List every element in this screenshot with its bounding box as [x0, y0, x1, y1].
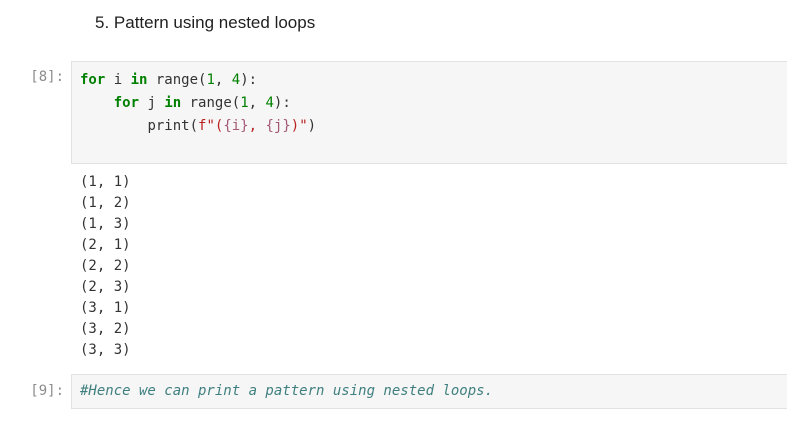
- output-line: (3, 2): [80, 321, 131, 337]
- code-line-2: for j in range(1, 4):: [113, 95, 291, 111]
- code-editor[interactable]: for i in range(1, 4): for j in range(1, …: [80, 69, 316, 138]
- output-line: (1, 2): [80, 195, 131, 211]
- output-line: (2, 1): [80, 237, 131, 253]
- code-comment: #Hence we can print a pattern using nest…: [80, 383, 494, 399]
- output-line: (1, 3): [80, 216, 131, 232]
- code-cell-9-input[interactable]: #Hence we can print a pattern using nest…: [71, 374, 787, 409]
- code-cell-8-input[interactable]: for i in range(1, 4): for j in range(1, …: [71, 61, 787, 164]
- section-heading: 5. Pattern using nested loops: [95, 13, 316, 32]
- output-line: (2, 3): [80, 279, 131, 295]
- code-editor[interactable]: #Hence we can print a pattern using nest…: [80, 380, 493, 403]
- output-line: (3, 3): [80, 342, 131, 358]
- cell-8-output: (1, 1) (1, 2) (1, 3) (2, 1) (2, 2) (2, 3…: [80, 172, 131, 361]
- cell-9-prompt: [9]:: [30, 383, 64, 399]
- code-line-1: for i in range(1, 4):: [80, 72, 258, 88]
- output-line: (1, 1): [80, 174, 131, 190]
- output-line: (3, 1): [80, 300, 131, 316]
- cell-8-prompt: [8]:: [30, 69, 64, 85]
- code-line-3: print(f"({i}, {j})"): [147, 118, 317, 134]
- output-line: (2, 2): [80, 258, 131, 274]
